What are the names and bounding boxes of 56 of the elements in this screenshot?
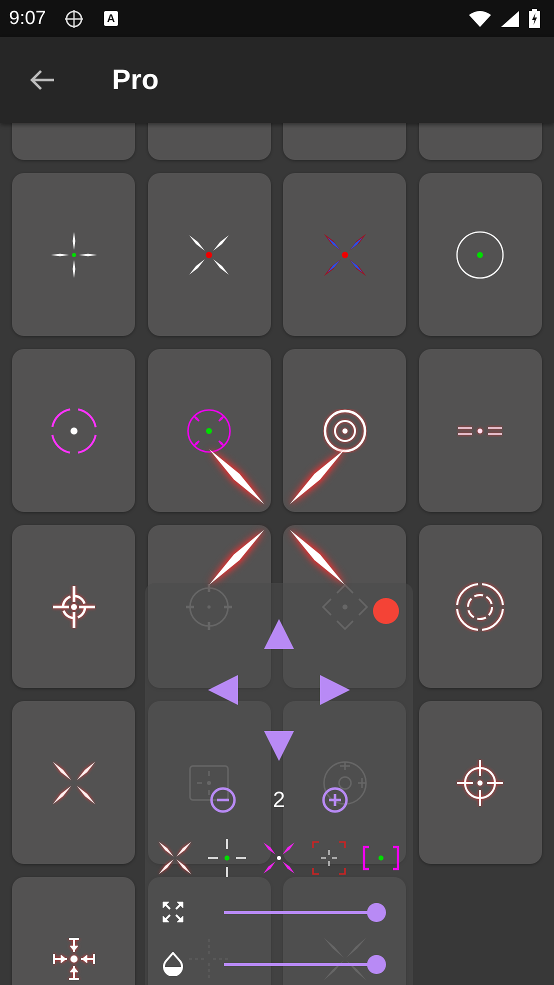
- crosshair-tile[interactable]: [148, 525, 270, 688]
- crosshair-icon: [322, 936, 366, 980]
- crosshair-icon: [50, 408, 96, 454]
- crosshair-icon: [322, 760, 366, 804]
- crosshair-tile[interactable]: [283, 173, 406, 336]
- signal-icon: [501, 10, 519, 26]
- move-down-button[interactable]: [264, 731, 294, 761]
- crosshair-icon: [322, 584, 368, 630]
- back-arrow-icon[interactable]: [28, 68, 56, 92]
- battery-icon: [529, 9, 540, 28]
- crosshair-tile[interactable]: [148, 173, 270, 336]
- wifi-icon: [469, 10, 491, 26]
- zoom-out-button[interactable]: [210, 787, 236, 813]
- move-right-button[interactable]: [320, 675, 350, 705]
- crosshair-tile[interactable]: [148, 349, 270, 512]
- crosshair-tile[interactable]: [148, 701, 270, 864]
- crosshair-style-icon[interactable]: [157, 840, 193, 876]
- keyboard-badge: A: [104, 11, 118, 26]
- app-bar-title: Pro: [112, 64, 159, 96]
- status-time: 9:07: [9, 8, 46, 30]
- crosshair-blade: [290, 449, 345, 504]
- crosshair-tile[interactable]: [283, 349, 406, 512]
- crosshair-tile[interactable]: [418, 349, 542, 512]
- crosshair-tile[interactable]: [283, 701, 406, 864]
- crosshair-tile[interactable]: [418, 701, 542, 864]
- crosshair-icon: [50, 230, 98, 278]
- crosshair-tile[interactable]: [12, 525, 135, 688]
- zoom-value: 2: [272, 787, 286, 813]
- crosshair-blade: [209, 530, 264, 585]
- crosshair-icon: [322, 232, 368, 278]
- drop-icon: [162, 952, 184, 976]
- crosshair-icon: [52, 584, 96, 628]
- crosshair-tile[interactable]: [283, 525, 406, 688]
- crosshair-icon: [187, 408, 231, 452]
- crosshair-tile[interactable]: [418, 525, 542, 688]
- crosshair-icon: [189, 762, 229, 802]
- move-up-button[interactable]: [264, 619, 294, 649]
- crosshair-tile[interactable]: [12, 173, 135, 336]
- crosshair-icon: [185, 582, 233, 630]
- crosshair-icon: [456, 230, 504, 278]
- crosshair-icon: [456, 758, 504, 806]
- crosshair-icon: [52, 760, 96, 804]
- move-left-button[interactable]: [208, 675, 238, 705]
- crosshair-blade: [290, 530, 345, 585]
- crosshair-icon: [457, 424, 503, 436]
- crosshair-icon: [188, 938, 230, 980]
- expand-icon: [162, 901, 184, 923]
- crosshair-tile[interactable]: [418, 173, 542, 336]
- crosshair-icon: [322, 408, 366, 452]
- crosshair-icon: [455, 582, 505, 632]
- crosshair-icon: [52, 938, 94, 980]
- zoom-in-button[interactable]: [322, 787, 348, 813]
- crosshair-tile[interactable]: [12, 701, 135, 864]
- crosshair-tile[interactable]: [12, 349, 135, 512]
- crosshair-icon: [64, 8, 84, 28]
- crosshair-blade: [209, 449, 264, 504]
